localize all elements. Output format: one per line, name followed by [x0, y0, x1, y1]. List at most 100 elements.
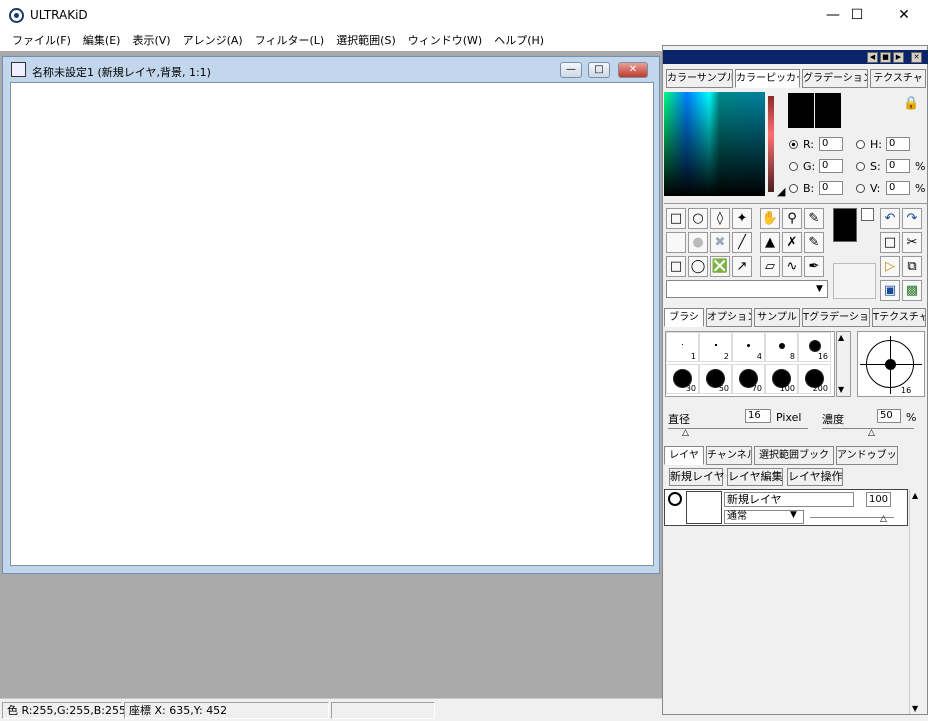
brush-200[interactable]: 200: [798, 364, 831, 394]
menu-selection[interactable]: 選択範囲(S): [330, 31, 402, 51]
tab-t-texture[interactable]: Tテクスチャ: [872, 308, 926, 327]
brush-50[interactable]: 50: [699, 364, 732, 394]
diameter-slider-thumb[interactable]: △: [682, 428, 689, 438]
diameter-slider[interactable]: [668, 428, 808, 429]
palette-right-icon[interactable]: ▶: [893, 52, 904, 63]
brush-icon[interactable]: ✎: [804, 232, 824, 253]
rect-select-icon[interactable]: □: [666, 208, 686, 229]
zoom-icon[interactable]: ⚲: [782, 208, 802, 229]
palette-stop-icon[interactable]: ■: [880, 52, 891, 63]
brush-8[interactable]: 8: [765, 332, 798, 362]
tab-selection-book[interactable]: 選択範囲ブック: [754, 446, 834, 465]
swap-color-icon[interactable]: [861, 208, 874, 221]
field-b[interactable]: 0: [819, 181, 843, 195]
pen-icon[interactable]: ✗: [782, 232, 802, 253]
doc-close-icon[interactable]: ✕: [618, 62, 648, 78]
brush-100[interactable]: 100: [765, 364, 798, 394]
brush-4[interactable]: 4: [732, 332, 765, 362]
lock-icon[interactable]: 🔒: [903, 96, 919, 111]
layer-scroll-down-icon[interactable]: ▼: [912, 704, 918, 713]
tab-layer[interactable]: レイヤ: [664, 446, 704, 465]
palette-left-icon[interactable]: ◀: [867, 52, 878, 63]
cut-icon[interactable]: ✂: [902, 232, 922, 253]
finger-icon[interactable]: ✒: [804, 256, 824, 277]
magic-wand-icon[interactable]: ✦: [732, 208, 752, 229]
tab-option[interactable]: オプション: [706, 308, 752, 327]
color-field[interactable]: [664, 92, 765, 196]
radio-h[interactable]: [856, 140, 865, 149]
menu-window[interactable]: ウィンドウ(W): [402, 31, 488, 51]
field-r[interactable]: 0: [819, 137, 843, 151]
brush-30[interactable]: 30: [666, 364, 699, 394]
doc-maximize-icon[interactable]: □: [588, 62, 610, 78]
paste-icon[interactable]: ▩: [902, 280, 922, 301]
new-layer-button[interactable]: 新規レイヤ: [669, 468, 725, 486]
save-icon[interactable]: ▣: [880, 280, 900, 301]
density-slider-thumb[interactable]: △: [868, 428, 875, 438]
radio-r[interactable]: [789, 140, 798, 149]
layer-scroll-up-icon[interactable]: ▲: [912, 491, 918, 500]
layer-ops-button[interactable]: レイヤ操作: [787, 468, 843, 486]
menu-arrange[interactable]: アレンジ(A): [177, 31, 249, 51]
edit-layer-button[interactable]: レイヤ編集: [727, 468, 783, 486]
tab-t-gradation[interactable]: Tグラデーション: [802, 308, 870, 327]
polygon-icon[interactable]: ❎: [710, 256, 730, 277]
current-color-swatch[interactable]: [833, 208, 857, 242]
free-select-icon[interactable]: ◊: [710, 208, 730, 229]
menu-filter[interactable]: フィルター(L): [249, 31, 331, 51]
tab-texture[interactable]: テクスチャ: [870, 69, 926, 88]
tool-option-dropdown[interactable]: [666, 280, 828, 298]
chevron-down-icon[interactable]: ▼: [812, 281, 827, 297]
doc-minimize-icon[interactable]: —: [560, 62, 582, 78]
opacity-slider-thumb[interactable]: △: [880, 514, 887, 524]
palette-close-icon[interactable]: ✕: [911, 52, 922, 63]
density-field[interactable]: 50: [877, 409, 901, 423]
field-h[interactable]: 0: [886, 137, 910, 151]
eraser-icon[interactable]: ▱: [760, 256, 780, 277]
menu-edit[interactable]: 編集(E): [77, 31, 127, 51]
brush-1[interactable]: 1: [666, 332, 699, 362]
brush-16[interactable]: 16: [798, 332, 831, 362]
copy-icon[interactable]: ⧉: [902, 256, 922, 277]
fill-icon[interactable]: ▲: [760, 232, 780, 253]
blend-chevron-down-icon[interactable]: ▼: [790, 510, 797, 520]
radio-v[interactable]: [856, 184, 865, 193]
line-icon[interactable]: ╱: [732, 232, 752, 253]
background-swatch[interactable]: [815, 93, 841, 128]
hue-slider[interactable]: [768, 96, 774, 192]
radio-g[interactable]: [789, 162, 798, 171]
ellipse-select-alt-icon[interactable]: ●: [688, 232, 708, 253]
maximize-icon[interactable]: ☐: [834, 0, 880, 30]
tab-channel[interactable]: チャンネル: [706, 446, 752, 465]
drawing-canvas[interactable]: [10, 82, 654, 566]
diameter-field[interactable]: 16: [745, 409, 771, 423]
tab-color-sample[interactable]: カラーサンプル: [666, 69, 733, 88]
layer-opacity[interactable]: 100: [866, 492, 891, 507]
ellipse-select-icon[interactable]: ○: [688, 208, 708, 229]
radio-s[interactable]: [856, 162, 865, 171]
redo-icon[interactable]: ↷: [902, 208, 922, 229]
rect-icon[interactable]: □: [666, 256, 686, 277]
rect-select-alt-icon[interactable]: [666, 232, 686, 253]
field-s[interactable]: 0: [886, 159, 910, 173]
scroll-down-icon[interactable]: ▼: [838, 385, 844, 394]
visibility-icon[interactable]: [668, 492, 682, 506]
foreground-swatch[interactable]: [788, 93, 814, 128]
close-icon[interactable]: ✕: [881, 0, 927, 30]
radio-b[interactable]: [789, 184, 798, 193]
undo-icon[interactable]: ↶: [880, 208, 900, 229]
ellipse-icon[interactable]: ◯: [688, 256, 708, 277]
tab-undo-book[interactable]: アンドゥブック: [836, 446, 898, 465]
brush-2[interactable]: 2: [699, 332, 732, 362]
brush-70[interactable]: 70: [732, 364, 765, 394]
hand-icon[interactable]: ✋: [760, 208, 780, 229]
tab-gradation[interactable]: グラデーション: [802, 69, 868, 88]
layer-scrollbar[interactable]: [909, 489, 926, 714]
field-g[interactable]: 0: [819, 159, 843, 173]
scroll-up-icon[interactable]: ▲: [838, 333, 844, 342]
lasso-icon[interactable]: ✖: [710, 232, 730, 253]
smudge-icon[interactable]: ∿: [782, 256, 802, 277]
hue-marker-icon[interactable]: ◢: [777, 185, 785, 198]
tab-color-picker[interactable]: カラーピッカー: [735, 69, 800, 88]
tab-sample[interactable]: サンプル: [754, 308, 800, 327]
